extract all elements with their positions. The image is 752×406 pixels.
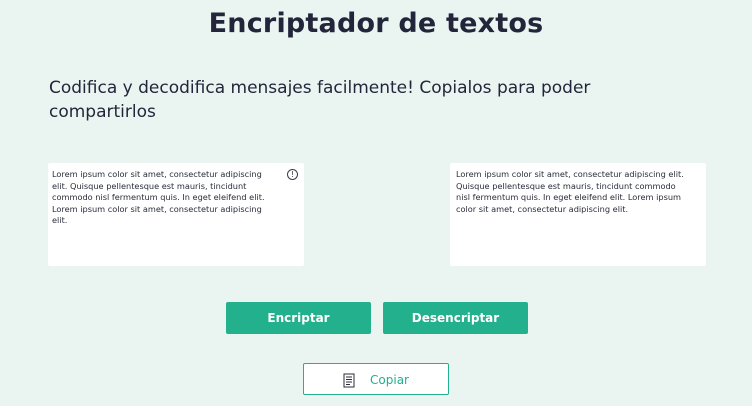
info-icon: ! (287, 169, 298, 180)
output-textarea[interactable]: Lorem ipsum color sit amet, consectetur … (450, 163, 706, 266)
output-text: Lorem ipsum color sit amet, consectetur … (456, 169, 684, 214)
encrypt-button[interactable]: Encriptar (226, 302, 371, 334)
input-textarea[interactable]: Lorem ipsum color sit amet, consectetur … (48, 163, 304, 266)
page-title: Encriptador de textos (208, 8, 544, 39)
page-subtitle: Codifica y decodifica mensajes facilment… (49, 78, 591, 122)
copy-button[interactable]: Copiar (303, 363, 449, 395)
decrypt-button[interactable]: Desencriptar (383, 302, 528, 334)
input-text[interactable]: Lorem ipsum color sit amet, consectetur … (52, 169, 276, 227)
document-icon (343, 373, 355, 387)
copy-button-label: Copiar (370, 373, 409, 387)
